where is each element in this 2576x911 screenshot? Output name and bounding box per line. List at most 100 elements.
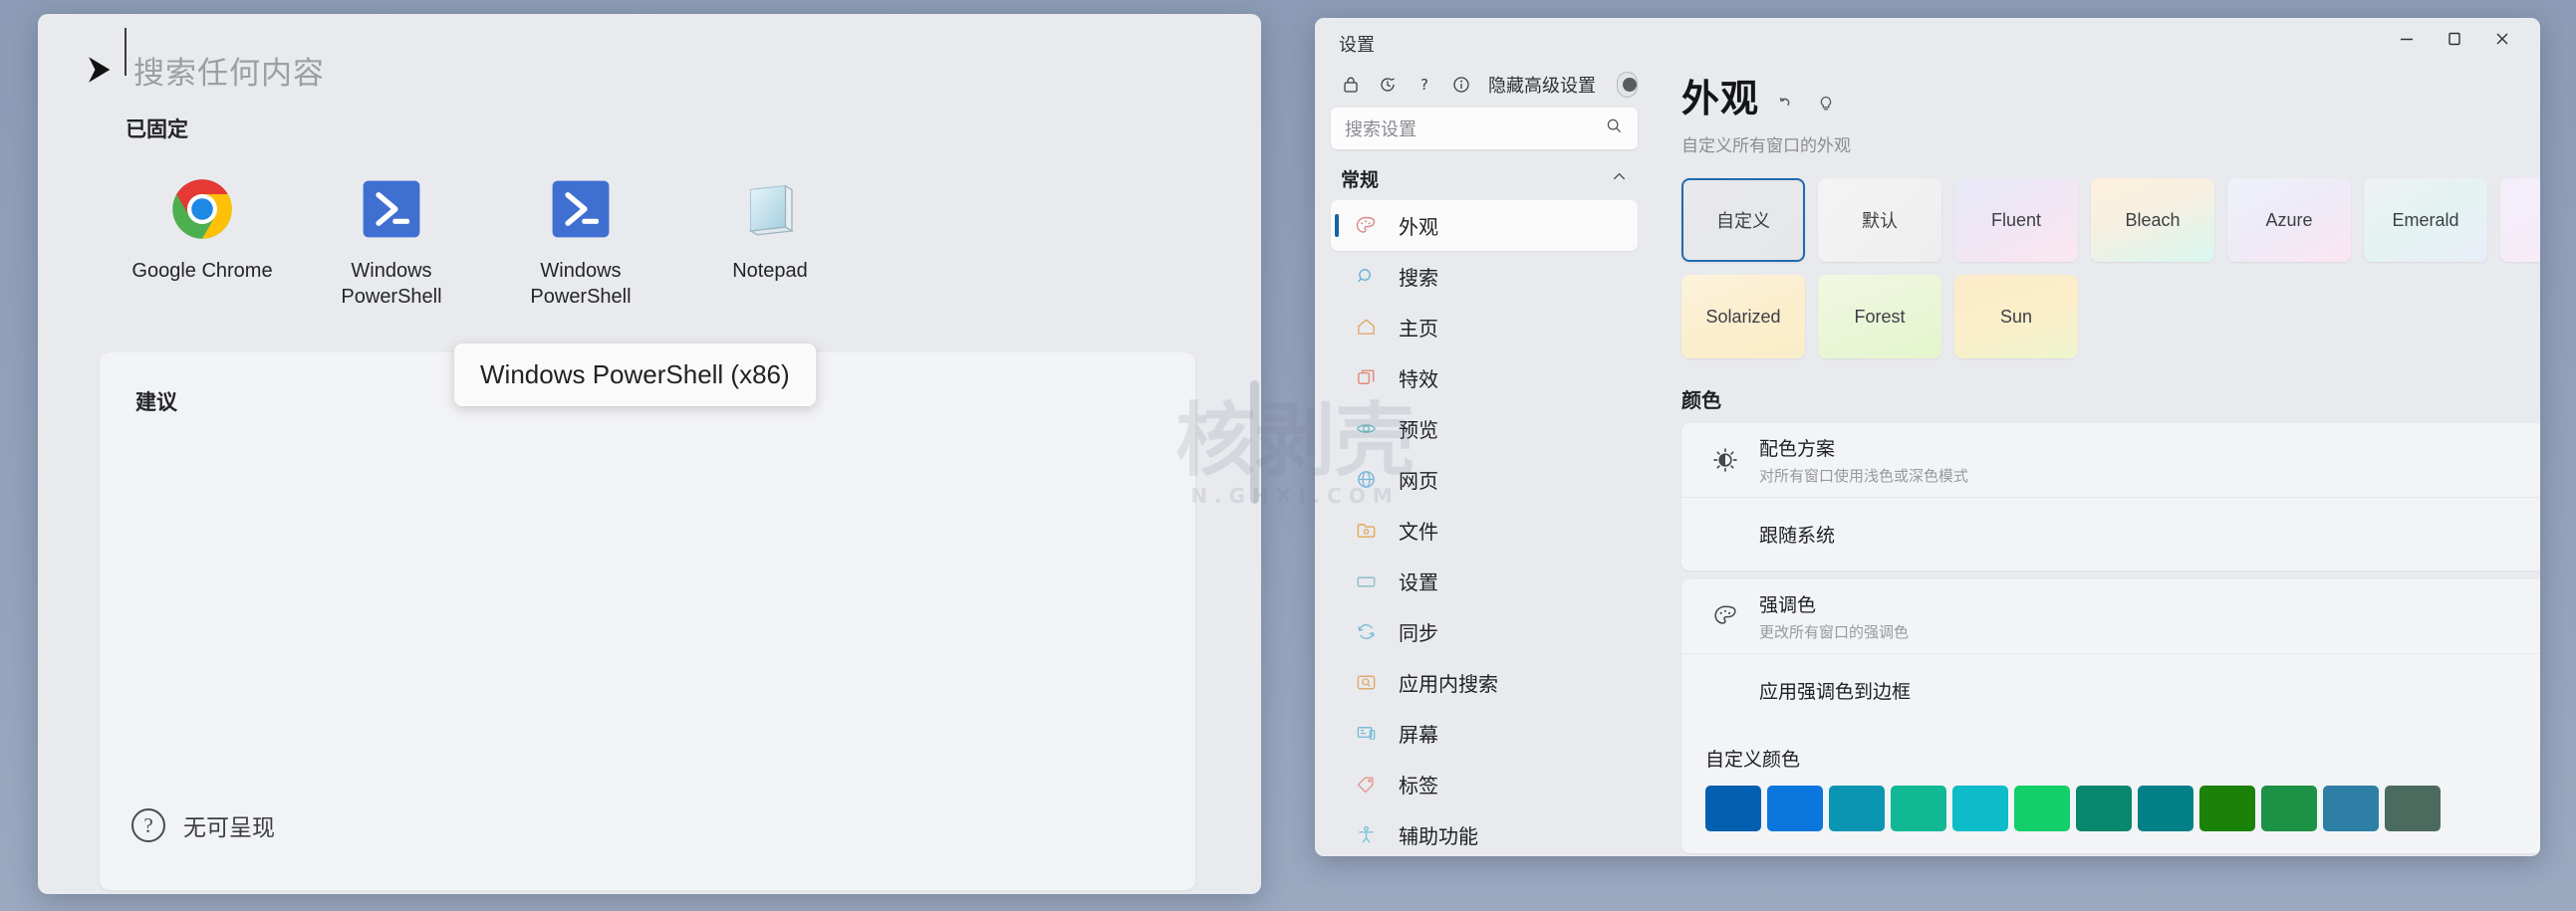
color-swatch[interactable]: [1829, 786, 1885, 831]
color-swatch[interactable]: [2138, 786, 2193, 831]
lock-icon[interactable]: [1341, 73, 1361, 98]
theme-card-label: 默认: [1862, 207, 1898, 233]
row-accent-border[interactable]: 应用强调色到边框 关: [1681, 653, 2540, 727]
search-icon[interactable]: [1605, 116, 1624, 140]
sidebar-item-label: 应用内搜索: [1399, 668, 1498, 697]
theme-card-sun[interactable]: Sun: [1954, 275, 2078, 358]
pinned-app-notepad[interactable]: Notepad: [675, 163, 865, 310]
sidebar-item-preview[interactable]: 预览: [1331, 403, 1638, 454]
sidebar-item-sync[interactable]: 同步: [1331, 606, 1638, 657]
sidebar-item-home[interactable]: 主页: [1331, 302, 1638, 352]
theme-card-azure[interactable]: Azure: [2227, 178, 2351, 262]
theme-card-fluent[interactable]: Fluent: [1954, 178, 2078, 262]
theme-card-emerald[interactable]: Emerald: [2364, 178, 2487, 262]
theme-card-solarized[interactable]: Solarized: [1681, 275, 1805, 358]
page-header: 外观 自定义所有窗口的外观: [1658, 62, 2540, 156]
history-icon[interactable]: [1378, 73, 1398, 98]
sidebar-item-label: 外观: [1399, 211, 1438, 240]
launcher-search-input[interactable]: 搜索任何内容: [133, 56, 325, 91]
row-title: 应用强调色到边框: [1759, 677, 2540, 704]
pinned-app-google-chrome[interactable]: Google Chrome: [108, 163, 297, 310]
sidebar-item-settings[interactable]: 设置: [1331, 556, 1638, 606]
theme-card-violet[interactable]: Violet: [2500, 178, 2540, 262]
sidebar-item-webpage[interactable]: 网页: [1331, 454, 1638, 505]
screen-icon: [1353, 721, 1379, 747]
tooltip-powershell-x86: Windows PowerShell (x86): [454, 343, 816, 406]
chevron-up-icon[interactable]: [1611, 168, 1628, 190]
window-controls: [2383, 22, 2526, 56]
settings-search-input[interactable]: 搜索设置: [1345, 115, 1605, 141]
monitor-icon: [1353, 569, 1379, 594]
color-swatch[interactable]: [2076, 786, 2132, 831]
undo-icon[interactable]: [1773, 92, 1799, 117]
color-swatch[interactable]: [2385, 786, 2441, 831]
lightbulb-icon[interactable]: [1813, 92, 1839, 117]
sidebar-item-effects[interactable]: 特效: [1331, 352, 1638, 403]
preview-eye-icon: [1353, 416, 1379, 442]
sidebar-item-files[interactable]: 文件: [1331, 505, 1638, 556]
pinned-section-label: 已固定: [126, 114, 188, 143]
accent-color-card: 强调色 更改所有窗口的强调色 自定义 ⌄ 应用强调色到边框: [1681, 579, 2540, 853]
sidebar-item-label: 标签: [1399, 770, 1438, 798]
help-icon[interactable]: ?: [1415, 73, 1434, 98]
file-icon: [1353, 518, 1379, 544]
sidebar-item-in-app-search[interactable]: 应用内搜索: [1331, 657, 1638, 708]
row-description: 更改所有窗口的强调色: [1759, 621, 2540, 642]
sidebar-item-tags[interactable]: 标签: [1331, 759, 1638, 809]
launcher-search-bar[interactable]: 搜索任何内容: [38, 14, 1261, 125]
desktop-background: 搜索任何内容 已固定 Google Chrome: [0, 0, 2576, 911]
color-swatch-list: [1705, 786, 2540, 831]
sidebar-item-screen[interactable]: 屏幕: [1331, 708, 1638, 759]
theme-card-label: Sun: [2000, 307, 2032, 328]
launcher-scrollbar[interactable]: [1250, 380, 1259, 504]
sidebar-item-search[interactable]: 搜索: [1331, 251, 1638, 302]
color-swatch[interactable]: [1891, 786, 1946, 831]
settings-window: 设置: [1315, 18, 2540, 856]
sidebar-item-label: 辅助功能: [1399, 820, 1478, 849]
theme-card-label: Azure: [2265, 210, 2312, 231]
page-subtitle: 自定义所有窗口的外观: [1681, 131, 2540, 156]
settings-search-box[interactable]: 搜索设置: [1331, 108, 1638, 149]
color-swatch[interactable]: [2199, 786, 2255, 831]
row-accent-color[interactable]: 强调色 更改所有窗口的强调色 自定义 ⌄: [1681, 579, 2540, 653]
pinned-app-label: Windows PowerShell: [312, 259, 471, 310]
minimize-icon[interactable]: [2383, 22, 2431, 56]
color-swatch[interactable]: [1705, 786, 1761, 831]
color-swatch[interactable]: [2261, 786, 2317, 831]
globe-icon: [1353, 467, 1379, 493]
theme-cards-grid: 自定义 默认 Fluent Bleach Azure Emerald: [1681, 178, 2540, 358]
pinned-app-windows-powershell-1[interactable]: Windows PowerShell: [297, 163, 486, 310]
tag-icon: [1353, 772, 1379, 797]
color-swatch[interactable]: [1767, 786, 1823, 831]
accessibility-icon: [1353, 822, 1379, 848]
hide-advanced-settings-toggle[interactable]: [1617, 72, 1638, 98]
theme-card-bleach[interactable]: Bleach: [2091, 178, 2214, 262]
row-title: 配色方案: [1759, 434, 2540, 461]
maximize-icon[interactable]: [2431, 22, 2478, 56]
color-swatch[interactable]: [1952, 786, 2008, 831]
sidebar-item-label: 网页: [1399, 465, 1438, 494]
theme-card-default[interactable]: 默认: [1818, 178, 1941, 262]
color-swatch[interactable]: [2323, 786, 2379, 831]
nav-group-general[interactable]: 常规: [1331, 155, 1638, 200]
home-icon: [1353, 315, 1379, 341]
suggestions-label: 建议: [135, 386, 177, 416]
sidebar-item-accessibility[interactable]: 辅助功能: [1331, 809, 1638, 856]
theme-card-forest[interactable]: Forest: [1818, 275, 1941, 358]
row-color-scheme[interactable]: 配色方案 对所有窗口使用浅色或深色模式 浅色 ⌄: [1681, 423, 2540, 497]
settings-window-title: 设置: [1339, 31, 1375, 57]
palette-icon: [1705, 602, 1745, 630]
sidebar-item-appearance[interactable]: 外观: [1331, 200, 1638, 251]
empty-state: ? 无可呈现: [131, 808, 275, 842]
row-follow-system[interactable]: 跟随系统 关: [1681, 497, 2540, 570]
color-swatch[interactable]: [2014, 786, 2070, 831]
row-title: 强调色: [1759, 590, 2540, 617]
pinned-app-windows-powershell-2[interactable]: Windows PowerShell: [486, 163, 675, 310]
notepad-icon: [734, 173, 806, 245]
theme-card-label: Solarized: [1705, 307, 1780, 328]
close-icon[interactable]: [2478, 22, 2526, 56]
info-icon[interactable]: [1451, 73, 1471, 98]
settings-titlebar[interactable]: 设置: [1315, 18, 2540, 62]
theme-card-custom[interactable]: 自定义: [1681, 178, 1805, 262]
page-title: 外观: [1681, 68, 1759, 122]
